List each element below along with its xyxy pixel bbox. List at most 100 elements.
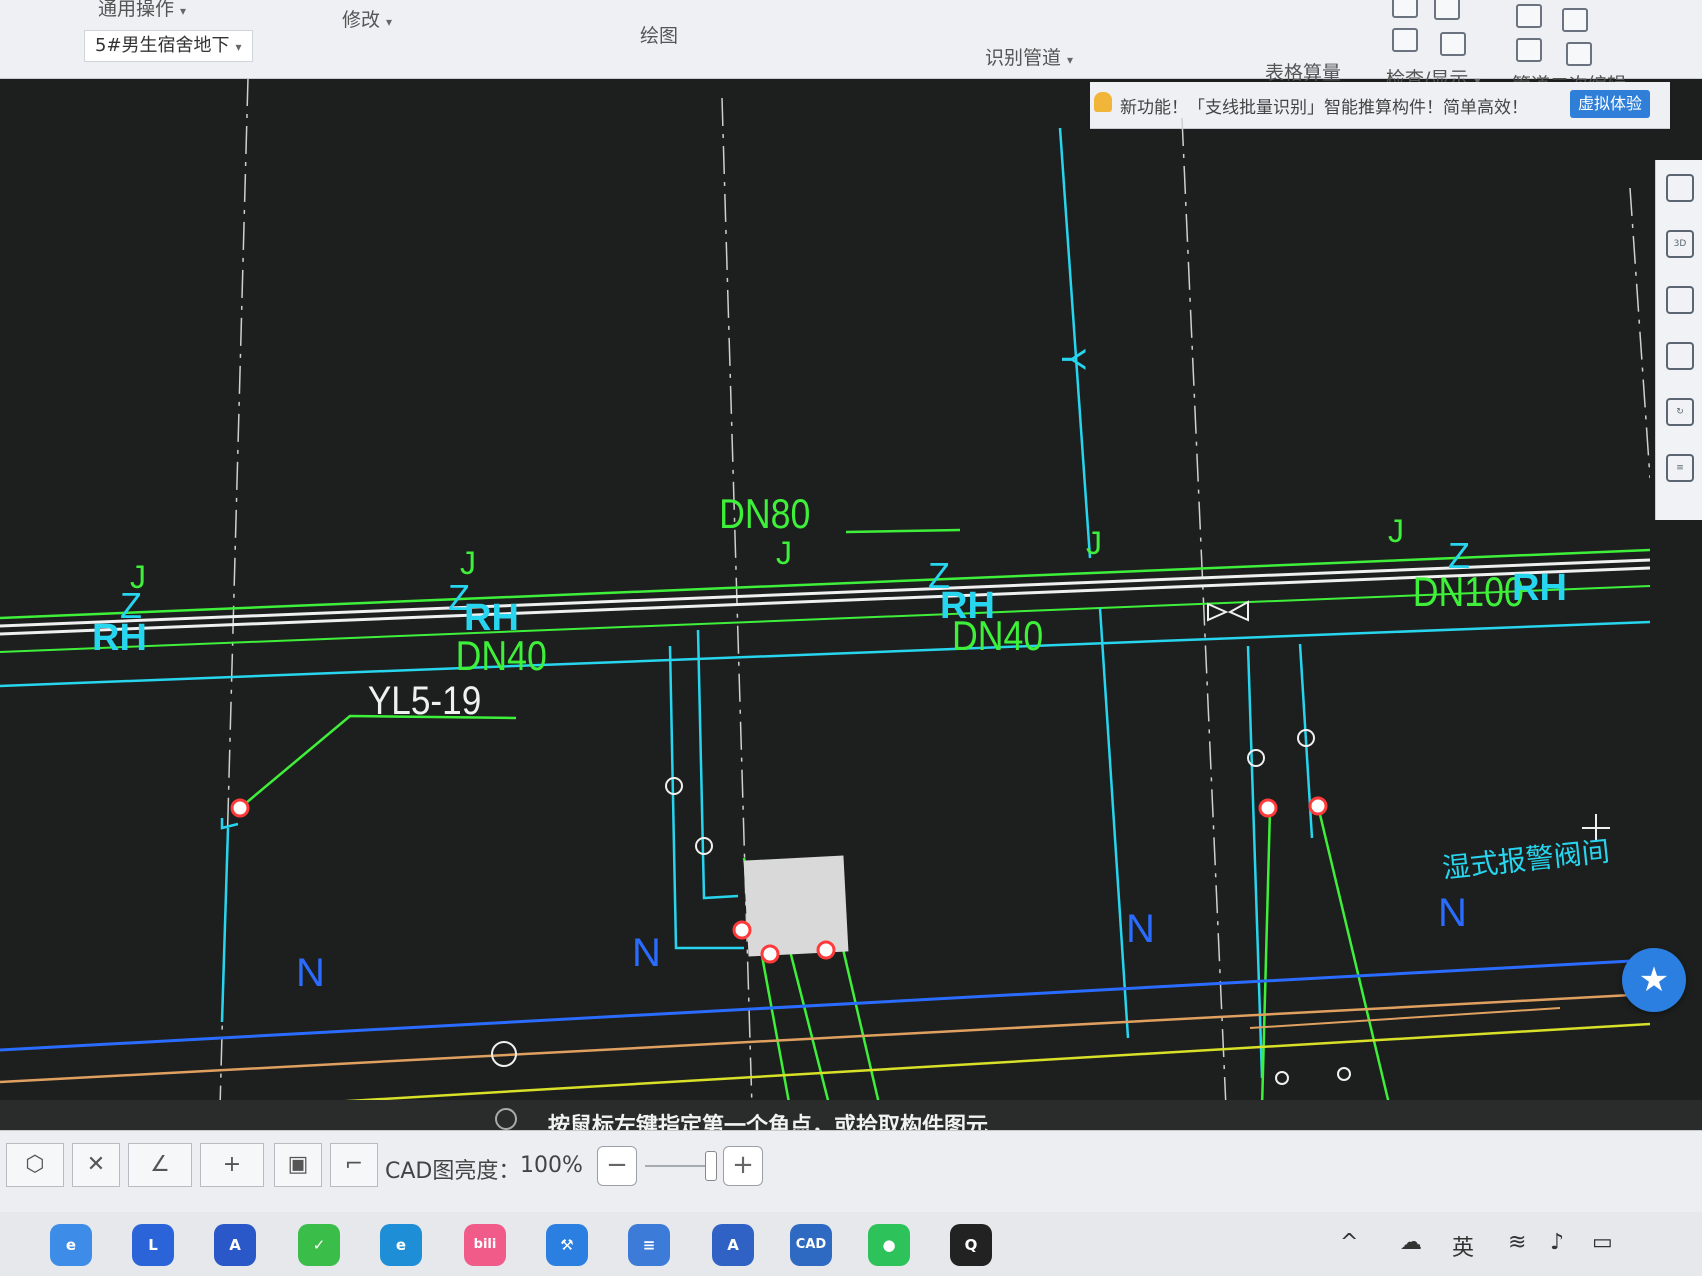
delete-button[interactable]: ✕ — [72, 1143, 120, 1187]
tool-app-icon[interactable]: ⚒ — [546, 1224, 588, 1266]
label-j[interactable]: J — [776, 535, 792, 571]
label-n[interactable]: N — [1126, 907, 1155, 951]
box-icon[interactable] — [1666, 342, 1694, 370]
brightness-slider[interactable] — [645, 1165, 713, 1167]
equipment-box[interactable] — [743, 855, 849, 957]
volume-icon[interactable]: ♪ — [1550, 1230, 1564, 1255]
pipe-node[interactable] — [1258, 798, 1278, 818]
pipe-line — [696, 629, 739, 900]
bilibili-icon[interactable]: bili — [464, 1224, 506, 1266]
qq-icon[interactable]: Q — [950, 1224, 992, 1266]
cube-icon[interactable] — [1666, 286, 1694, 314]
ribbon-group-general[interactable]: 通用操作 ▾ — [98, 0, 186, 21]
rotate-icon[interactable]: ↻ — [1666, 398, 1694, 426]
brightness-decrease-button[interactable]: − — [597, 1146, 637, 1186]
axis-line — [1629, 187, 1650, 479]
label-yl5-19[interactable]: YL5-19 — [368, 678, 481, 723]
pipe-node[interactable] — [1308, 796, 1328, 816]
label-dn40[interactable]: DN40 — [456, 633, 547, 679]
label-n[interactable]: N — [1438, 891, 1467, 935]
brightness-slider-thumb[interactable] — [705, 1151, 717, 1181]
pipe-line — [0, 558, 1650, 628]
ribbon-group-identify-pipe[interactable]: 识别管道 ▾ — [985, 43, 1073, 70]
monitor-icon: ▣ — [287, 1152, 309, 1177]
pipe-node[interactable] — [230, 798, 250, 818]
tray-expand-icon[interactable]: ^ — [1340, 1230, 1358, 1255]
3d-view-icon[interactable]: 3D — [1666, 230, 1694, 258]
pipe-line — [1249, 1007, 1561, 1029]
label-z[interactable]: Z — [1448, 535, 1470, 576]
label-dn80[interactable]: DN80 — [719, 491, 810, 537]
cad-drawing-canvas[interactable]: DN80 DN40 DN40 DN100 YL5-19 RH RH RH RH … — [0, 78, 1650, 1108]
pipe-node[interactable] — [816, 940, 836, 960]
ai-browser-icon[interactable]: e — [50, 1224, 92, 1266]
view-icon[interactable] — [1392, 28, 1418, 52]
pipe-line — [0, 620, 1650, 688]
pipe-line — [229, 1022, 1650, 1108]
list-icon[interactable]: ≡ — [1666, 454, 1694, 482]
label-z[interactable]: Z — [448, 577, 470, 618]
label-j[interactable]: J — [130, 559, 146, 595]
glodon-icon[interactable]: A — [712, 1224, 754, 1266]
cad-icon[interactable]: CAD — [790, 1224, 832, 1266]
pipe-line — [0, 566, 1650, 636]
pipe-line — [239, 714, 517, 809]
battery-icon[interactable]: ▭ — [1592, 1230, 1613, 1255]
label-dn100[interactable]: DN100 — [1413, 569, 1524, 615]
label-j[interactable]: J — [460, 545, 476, 581]
label-y[interactable]: Y — [1054, 348, 1092, 371]
wechat-icon[interactable]: ● — [868, 1224, 910, 1266]
star-favorite-button[interactable]: ★ — [1622, 948, 1686, 1012]
label-valve-room[interactable]: 湿式报警阀间 — [1441, 836, 1611, 884]
doc-app-icon[interactable]: ≡ — [628, 1224, 670, 1266]
floor-select[interactable]: 5#男生宿舍地下 ▾ — [84, 30, 253, 62]
label-n[interactable]: N — [296, 951, 325, 995]
angle-button[interactable]: ∠ — [128, 1143, 192, 1187]
label-j[interactable]: J — [1086, 525, 1102, 561]
ribbon-group-draw[interactable]: 绘图 — [640, 21, 678, 48]
pipe-line — [0, 958, 1650, 1052]
layer-icon[interactable] — [1392, 0, 1418, 18]
layer-list-icon[interactable] — [1434, 0, 1460, 20]
sphere-icon[interactable] — [1666, 174, 1694, 202]
wallet-icon[interactable]: ✓ — [298, 1224, 340, 1266]
valves — [491, 600, 1610, 1085]
pipe-line — [1316, 805, 1392, 1108]
wifi-icon[interactable]: ≋ — [1508, 1230, 1526, 1255]
label-rh[interactable]: RH — [1512, 567, 1567, 609]
snap-icon: + — [222, 1152, 242, 1177]
drawing-labels: DN80 DN40 DN40 DN100 YL5-19 RH RH RH RH … — [92, 348, 1611, 995]
pipe-join-icon[interactable] — [1562, 8, 1588, 32]
label-rh[interactable]: RH — [464, 597, 519, 639]
ruler-icon[interactable] — [1440, 32, 1466, 56]
edge-icon[interactable]: e — [380, 1224, 422, 1266]
cad-drawing: DN80 DN40 DN40 DN100 YL5-19 RH RH RH RH … — [0, 78, 1650, 1108]
snap-button[interactable]: + — [200, 1143, 264, 1187]
view-cube-button[interactable]: ⬡ — [6, 1143, 64, 1187]
bottom-tool-strip: ⬡ ✕ ∠ + ▣ ⌐ CAD图亮度： 100% − + — [0, 1130, 1702, 1213]
cloud-icon[interactable]: ☁ — [1400, 1230, 1422, 1255]
display-button[interactable]: ▣ — [274, 1143, 322, 1187]
label-j[interactable]: J — [1388, 513, 1404, 549]
l-app-icon[interactable]: L — [132, 1224, 174, 1266]
valve-symbol — [1227, 600, 1249, 622]
cad-brightness-value: 100% — [520, 1153, 583, 1178]
ime-indicator[interactable]: 英 — [1452, 1230, 1474, 1262]
a-app-icon[interactable]: A — [214, 1224, 256, 1266]
axis-line — [1181, 117, 1227, 1108]
pipe-split-icon[interactable] — [1516, 38, 1542, 62]
ribbon-group-modify[interactable]: 修改 ▾ — [342, 5, 392, 32]
polyline-button[interactable]: ⌐ — [330, 1143, 378, 1187]
pipe-parallel-icon[interactable] — [1566, 42, 1592, 66]
label-z[interactable]: Z — [928, 555, 950, 596]
valve-symbol — [1337, 1067, 1351, 1081]
brightness-increase-button[interactable]: + — [723, 1146, 763, 1186]
pipe-line — [0, 548, 1650, 620]
cube-icon: ⬡ — [25, 1152, 45, 1177]
pipe-node[interactable] — [760, 944, 780, 964]
label-n[interactable]: N — [632, 931, 661, 975]
pipe-line — [1246, 645, 1264, 1079]
pipe-node[interactable] — [732, 920, 752, 940]
brush-icon[interactable] — [1516, 4, 1542, 28]
ribbon-toolbar: 通用操作▾ 修改▾ 绘图 识别管道▾ 表格算量 检查/显示▾ 管道二次编辑▾ 5… — [0, 0, 1702, 96]
